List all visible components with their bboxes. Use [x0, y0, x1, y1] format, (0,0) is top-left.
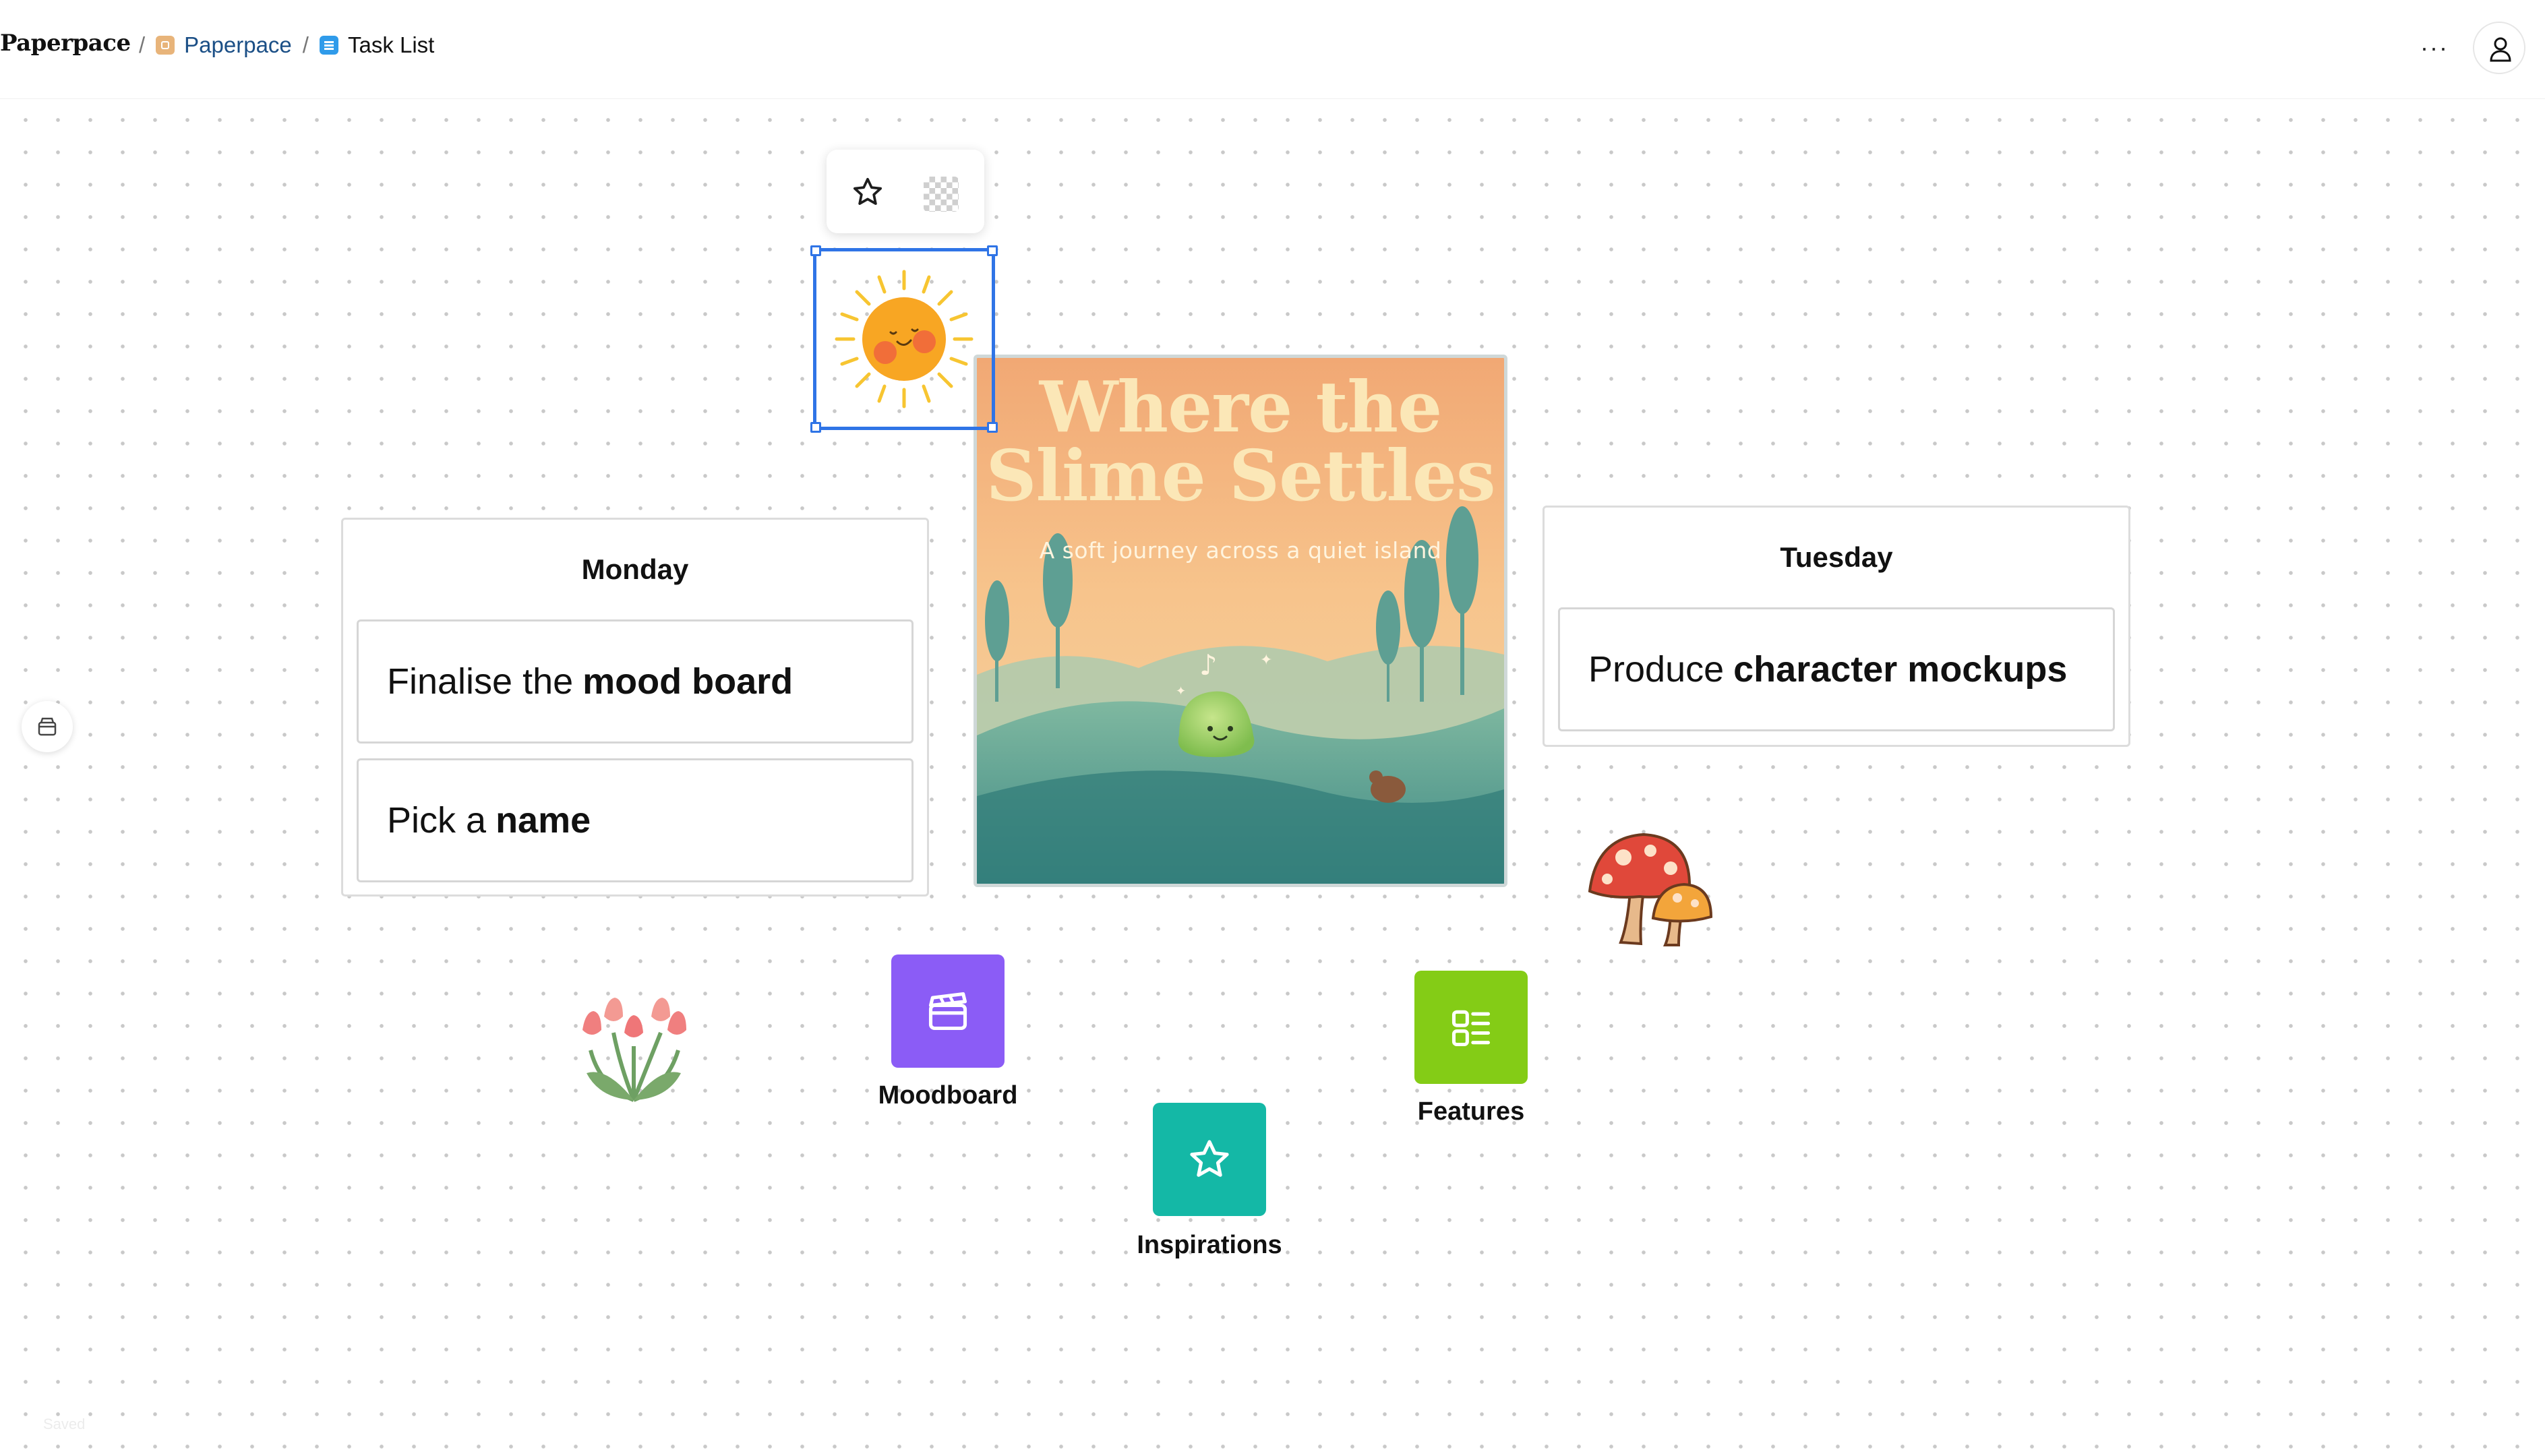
sun-sticker-selected[interactable] [810, 245, 998, 433]
task-text-bold: name [496, 800, 591, 841]
sticker-toolbar [827, 150, 984, 233]
features-app-label[interactable]: Features [1356, 1097, 1586, 1126]
user-account-button[interactable] [2473, 22, 2525, 74]
breadcrumb: / Paperpace / Task List [128, 32, 434, 58]
layers-icon [38, 717, 57, 736]
features-app-button[interactable] [1414, 971, 1528, 1084]
task-text-bold: character mockups [1733, 649, 2068, 690]
tulip-sticker[interactable] [560, 985, 708, 1107]
sun-sticker [835, 270, 974, 408]
list-icon [1451, 1010, 1491, 1047]
inspirations-app-button[interactable] [1153, 1103, 1266, 1216]
tasklist-icon [319, 36, 338, 55]
svg-text:✦: ✦ [1260, 652, 1272, 669]
moodboard-app-label[interactable]: Moodboard [833, 1081, 1062, 1110]
tuesday-title: Tuesday [1780, 541, 1893, 573]
workspace-icon [156, 36, 175, 55]
transparency-icon[interactable] [924, 177, 959, 212]
clapperboard-icon [928, 992, 967, 1031]
breadcrumb-workspace[interactable]: Paperpace [184, 32, 292, 58]
cover-subtitle: A soft journey across a quiet island [1039, 537, 1442, 564]
inspirations-app-label[interactable]: Inspirations [1095, 1231, 1324, 1260]
breadcrumb-current-page[interactable]: Task List [348, 32, 434, 58]
more-options-button[interactable]: ··· [2420, 34, 2449, 62]
tuesday-card[interactable]: Tuesday Produce character mockups [1543, 506, 2130, 747]
task-item[interactable]: Finalise the mood board [357, 619, 914, 744]
svg-text:✦: ✦ [1176, 684, 1186, 698]
cover-title: Where the Slime Settles [986, 365, 1495, 517]
task-text-bold: mood board [582, 661, 794, 702]
star-icon [1190, 1140, 1229, 1177]
mushroom-sticker[interactable] [1583, 824, 1715, 948]
side-panel-toggle[interactable] [22, 701, 73, 752]
monday-title: Monday [581, 553, 689, 585]
breadcrumb-separator: / [139, 32, 146, 57]
task-text: Finalise the [387, 661, 574, 702]
breadcrumb-separator: / [302, 32, 309, 57]
cover-image[interactable]: ♪ ✦ ✦ Where the Slime Settles A soft jour… [974, 355, 1507, 887]
top-bar: Paperpace / Paperpace / Task List ··· [0, 0, 2545, 99]
moodboard-app-button[interactable] [891, 954, 1005, 1068]
svg-text:♪: ♪ [1199, 648, 1218, 681]
user-icon [2490, 37, 2511, 62]
monday-card[interactable]: Monday Finalise the mood board Pick a name [341, 518, 929, 897]
task-item[interactable]: Produce character mockups [1558, 607, 2115, 731]
save-status: Saved [43, 1416, 86, 1432]
task-text: Pick a [387, 800, 487, 841]
task-text: Produce [1588, 649, 1725, 690]
star-icon[interactable] [851, 175, 885, 209]
task-item[interactable]: Pick a name [357, 758, 914, 882]
brand-logo[interactable]: Paperpace [0, 30, 131, 57]
